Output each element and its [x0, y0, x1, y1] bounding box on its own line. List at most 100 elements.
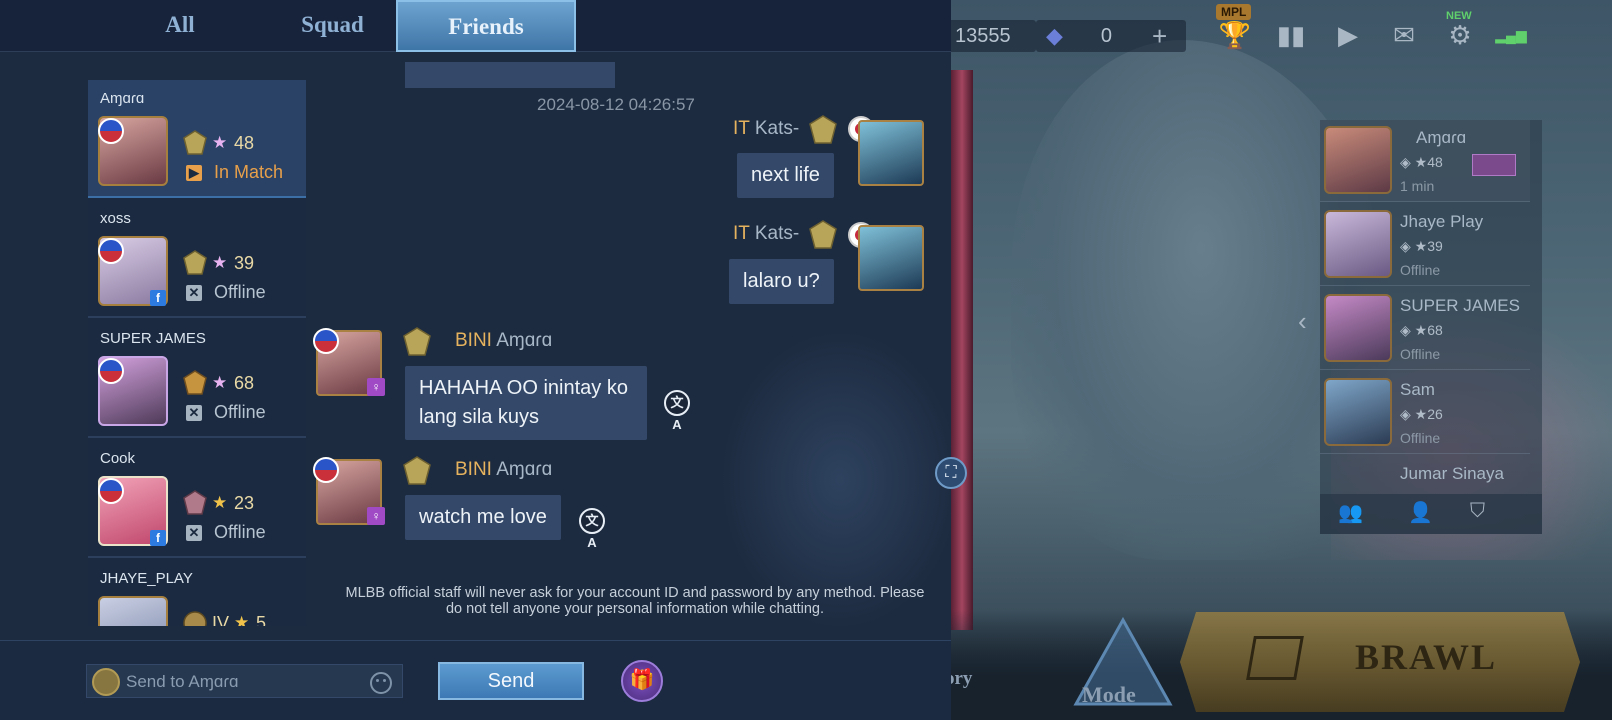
lobby-friend-level: ◈ ★68 [1400, 322, 1443, 338]
tab-squad[interactable]: Squad [270, 0, 395, 52]
voice-icon[interactable] [92, 668, 120, 696]
translate-icon[interactable]: 文A [579, 508, 605, 550]
translate-icon[interactable]: 文A [664, 390, 690, 432]
ph-flag-icon [98, 118, 124, 144]
lobby-friend-status: Offline [1400, 346, 1441, 362]
friend-row-cook[interactable]: Cook f ★ 23 ✕ Offline [88, 440, 306, 558]
star-icon: ★ [212, 493, 228, 512]
ph-flag-icon [313, 328, 339, 354]
diamonds-value: 0 [1100, 24, 1113, 47]
lobby-friend-level: ◈ ★26 [1400, 406, 1443, 422]
star-icon: ★ [212, 133, 228, 152]
lobby-friend-row[interactable]: Sam ◈ ★26 Offline [1320, 372, 1530, 454]
mail-icon[interactable]: ✉ [1387, 18, 1421, 52]
add-friend-icon[interactable]: 👤 [1408, 500, 1433, 525]
lobby-friend-row[interactable]: SUPER JAMES ◈ ★68 Offline [1320, 288, 1530, 370]
lobby-friend-panel-actions: 👥 👤 ⛉ [1320, 494, 1542, 534]
emoji-icon[interactable] [370, 672, 392, 694]
message-timestamp: 2024-08-12 04:26:57 [537, 95, 695, 114]
friend-name: Cook [100, 450, 136, 467]
avatar [1324, 294, 1392, 362]
tab-friends[interactable]: Friends [396, 0, 576, 52]
brawl-card-icon [1246, 636, 1304, 680]
sender-name: BINI Aɱɑɾɑ [455, 459, 552, 481]
lobby-friend-panel: Aɱɑɾɑ ◈ ★48 1 min Jhaye Play ◈ ★39 Offli… [1320, 120, 1542, 534]
friend-row-jhaye-play[interactable]: JHAYE_PLAY IV ★ 5 [88, 560, 306, 626]
send-button[interactable]: Send [438, 662, 584, 700]
friend-status: In Match [214, 162, 284, 182]
video-icon[interactable]: ▶ [1331, 18, 1365, 52]
lobby-friend-name: SUPER JAMES [1400, 296, 1520, 315]
friend-name: Aɱɑɾɑ [100, 90, 145, 107]
sender-squad-tag: IT [733, 223, 750, 244]
message-input-placeholder[interactable]: Send to Aɱɑɾɑ [126, 672, 238, 692]
avatar [1324, 210, 1392, 278]
avatar [1324, 126, 1392, 194]
lobby-friend-row[interactable]: Aɱɑɾɑ ◈ ★48 1 min [1320, 120, 1530, 202]
add-diamonds-icon[interactable]: + [1152, 21, 1167, 52]
ph-flag-icon [98, 238, 124, 264]
lobby-friend-level-value: 26 [1427, 406, 1443, 422]
lobby-friend-level-value: 39 [1427, 238, 1443, 254]
gift-icon[interactable]: 🎁 [621, 660, 663, 702]
lobby-friend-level-value: 48 [1427, 154, 1443, 170]
battle-points-pill: 13555 [941, 20, 1036, 52]
avatar [1324, 378, 1392, 446]
female-icon: ♀ [367, 378, 385, 396]
battle-points-value: 13555 [955, 24, 1011, 47]
lobby-friend-status: Offline [1400, 262, 1441, 278]
sender-squad-tag: BINI [455, 459, 492, 480]
friend-rank-tier: IV [212, 613, 230, 626]
friend-level: 48 [234, 133, 255, 153]
friend-name: xoss [100, 210, 131, 227]
expand-chat-icon[interactable]: ⛶ [935, 457, 967, 489]
diamonds-pill: ◆ 0 + [1036, 20, 1186, 52]
friend-level: 39 [234, 253, 255, 273]
friend-level: 23 [234, 493, 255, 513]
ph-flag-icon [313, 457, 339, 483]
sender-username: Aɱɑɾɑ [496, 330, 553, 351]
friend-row-xoss[interactable]: xoss f ★ 39 ✕ Offline [88, 200, 306, 318]
friend-level: 68 [234, 373, 255, 393]
sender-squad-tag: BINI [455, 330, 492, 351]
lobby-friend-level: ◈ ★48 [1400, 154, 1443, 170]
mythic-rank-icon [403, 327, 431, 356]
star-icon: ★ [212, 253, 228, 272]
squad-shield-icon[interactable]: ⛉ [1470, 500, 1485, 523]
leaderboard-icon[interactable]: ▮▮ [1274, 18, 1308, 52]
trophy-icon[interactable]: 🏆 [1218, 18, 1252, 52]
settings-gear-icon[interactable]: ⚙ [1443, 18, 1477, 52]
lobby-friend-name: Sam [1400, 380, 1435, 399]
lobby-friend-level: ◈ ★39 [1400, 238, 1443, 254]
friend-row-super-james[interactable]: SUPER JAMES ★ 68 ✕ Offline [88, 320, 306, 438]
sender-username: Kats- [754, 118, 800, 139]
legend-rank-icon [183, 370, 207, 395]
star-icon: ★ [212, 373, 228, 392]
friend-status: Offline [214, 282, 266, 302]
avatar[interactable] [858, 120, 924, 186]
safety-notice: MLBB official staff will never ask for y… [345, 585, 925, 617]
lobby-friend-name: Jhaye Play [1400, 212, 1484, 231]
wifi-battery-icon: ▂▄▆ [1495, 27, 1527, 43]
ph-flag-icon [98, 358, 124, 384]
sender-username: Aɱɑɾɑ [496, 459, 553, 480]
star-icon: ★ [234, 613, 250, 626]
friends-icon[interactable]: 👥 [1338, 500, 1363, 525]
mythic-rank-icon [183, 130, 207, 155]
sender-name: BINI Aɱɑɾɑ [455, 330, 552, 352]
lobby-friend-row[interactable]: Jhaye Play ◈ ★39 Offline [1320, 204, 1530, 286]
lobby-friend-row[interactable]: Jumar Sinaya [1320, 456, 1530, 494]
ph-flag-icon [98, 478, 124, 504]
lobby-friend-name: Jumar Sinaya [1400, 464, 1504, 483]
tab-all[interactable]: All [120, 0, 240, 52]
offline-icon: ✕ [186, 405, 202, 421]
hourglass-icon [1472, 154, 1516, 176]
collapse-panel-icon[interactable]: ‹ [1298, 306, 1307, 337]
avatar[interactable] [858, 225, 924, 291]
message-bubble: lalaro u? [729, 259, 834, 304]
lobby-friend-status: Offline [1400, 430, 1441, 446]
sender-name: IT Kats- [733, 118, 799, 140]
friend-row-amara[interactable]: Aɱɑɾɑ ★ 48 ▶ In Match [88, 80, 306, 198]
mode-label: Mode [1082, 682, 1136, 707]
friend-list: Aɱɑɾɑ ★ 48 ▶ In Match xoss f ★ 39 ✕ Offl… [88, 80, 306, 626]
